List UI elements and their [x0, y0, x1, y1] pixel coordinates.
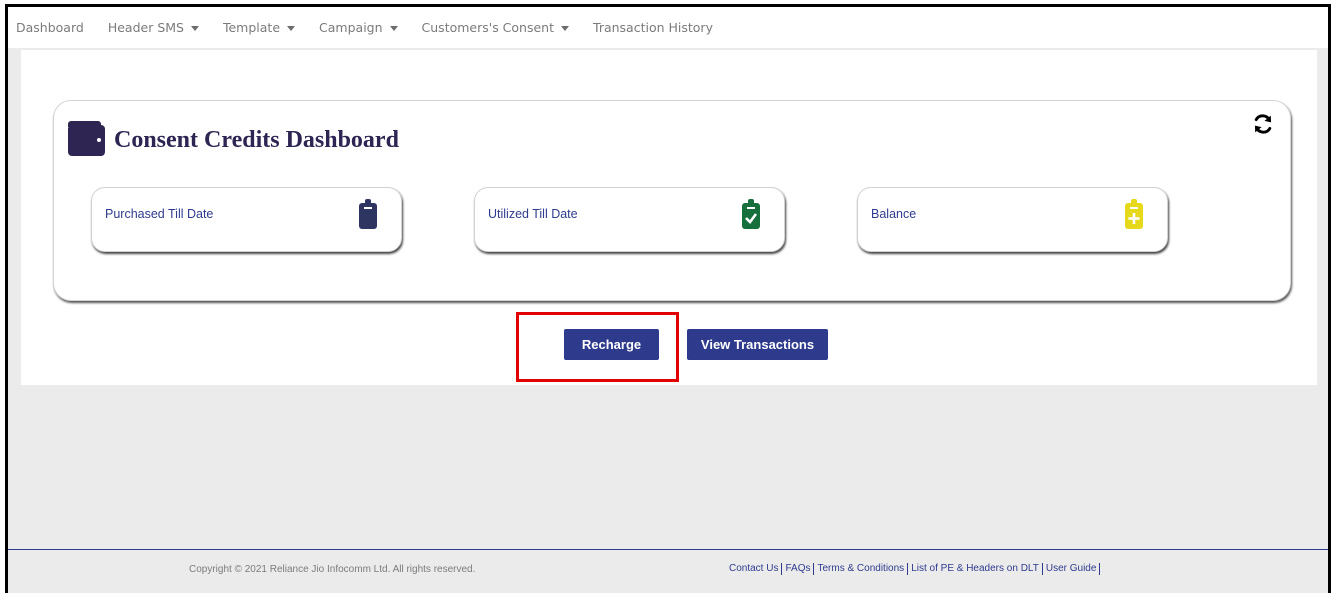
footer-links: Contact Us FAQs Terms & Conditions List … [729, 563, 1103, 575]
nav-campaign[interactable]: Campaign [319, 20, 398, 35]
nav-label: Transaction History [593, 20, 713, 35]
main-panel: Consent Credits Dashboard Purchased Till… [21, 50, 1317, 385]
clipboard-icon [359, 199, 377, 229]
stat-balance: Balance [857, 187, 1168, 252]
nav-label: Customers's Consent [421, 20, 555, 35]
caret-down-icon [287, 25, 296, 31]
footer-link-faqs[interactable]: FAQs [785, 563, 815, 575]
nav-template[interactable]: Template [222, 20, 296, 35]
footer-link-terms[interactable]: Terms & Conditions [817, 563, 909, 575]
nav-customers-consent[interactable]: Customers's Consent [421, 20, 570, 35]
nav-header-sms[interactable]: Header SMS [108, 20, 199, 35]
consent-credits-card: Consent Credits Dashboard Purchased Till… [53, 100, 1291, 301]
stat-label: Utilized Till Date [488, 207, 578, 221]
stat-utilized: Utilized Till Date [474, 187, 785, 252]
top-navigation: Dashboard Header SMS Template Campaign C… [8, 7, 1328, 48]
nav-label: Campaign [319, 20, 383, 35]
recharge-button[interactable]: Recharge [564, 329, 659, 360]
caret-down-icon [561, 25, 570, 31]
footer-link-user-guide[interactable]: User Guide [1046, 563, 1101, 575]
nav-transaction-history[interactable]: Transaction History [593, 20, 713, 35]
nav-dashboard[interactable]: Dashboard [16, 20, 84, 35]
caret-down-icon [389, 25, 398, 31]
stat-label: Balance [871, 207, 917, 221]
nav-label: Header SMS [107, 20, 184, 35]
caret-down-icon [190, 25, 199, 31]
wallet-icon [68, 121, 105, 156]
footer-link-contact-us[interactable]: Contact Us [729, 563, 783, 575]
view-transactions-button[interactable]: View Transactions [687, 329, 828, 360]
clipboard-plus-icon [1125, 199, 1143, 229]
stat-label: Purchased Till Date [105, 207, 214, 221]
copyright-text: Copyright © 2021 Reliance Jio Infocomm L… [189, 564, 476, 575]
app-window: Dashboard Header SMS Template Campaign C… [5, 4, 1331, 593]
refresh-icon[interactable] [1252, 113, 1274, 135]
footer: Copyright © 2021 Reliance Jio Infocomm L… [8, 549, 1328, 593]
nav-label: Template [222, 20, 281, 35]
stat-purchased: Purchased Till Date [91, 187, 402, 252]
card-header: Consent Credits Dashboard [68, 121, 399, 156]
nav-label: Dashboard [16, 20, 84, 35]
clipboard-check-icon [742, 199, 760, 229]
footer-link-pe-headers[interactable]: List of PE & Headers on DLT [911, 563, 1043, 575]
card-title: Consent Credits Dashboard [114, 127, 399, 153]
